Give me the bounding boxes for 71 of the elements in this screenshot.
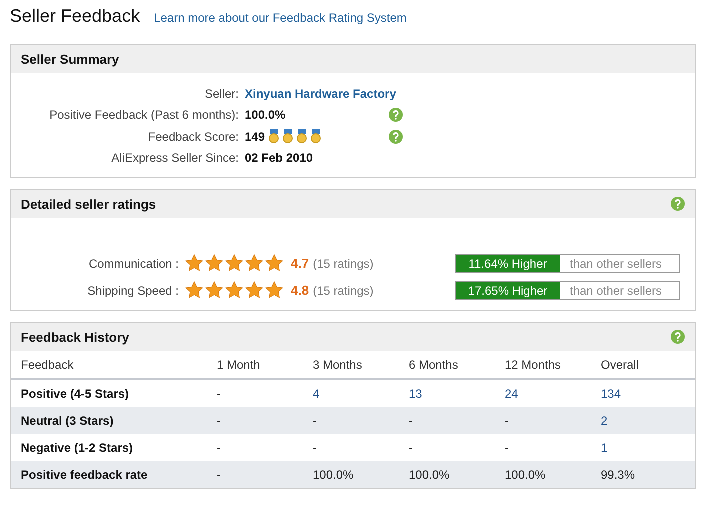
table-cell: - [217, 468, 221, 482]
rating-score: 4.8 [291, 283, 310, 298]
medal-icon [269, 129, 280, 144]
star-icon [225, 254, 244, 273]
table-cell-text: Negative (1-2 Stars) [21, 440, 134, 454]
column-header: 1 Month [217, 358, 262, 372]
table-cell: - [409, 414, 413, 428]
panel-title: Feedback History [21, 330, 130, 344]
field-label: Positive Feedback (Past 6 months): [48, 108, 239, 122]
table-cell-text: Neutral (3 Stars) [21, 414, 115, 428]
rating-label: Communication : [88, 256, 179, 270]
field-label: Feedback Score: [147, 130, 239, 144]
help-icon[interactable] [389, 108, 403, 122]
star-icon [205, 281, 224, 300]
rating-count: (15 ratings) [313, 257, 374, 271]
rating-score: 4.7 [291, 256, 310, 271]
table-cell: 100.0% [313, 468, 354, 482]
star-icon [185, 254, 204, 273]
field-value: 149 [245, 130, 266, 144]
count-link[interactable]: 13 [409, 386, 422, 400]
star-icon [225, 281, 244, 300]
page-title: Seller Feedback [10, 6, 140, 27]
star-icon [245, 254, 264, 273]
table-cell-text: Positive (4-5 Stars) [21, 386, 130, 400]
count-link[interactable]: 1 [601, 440, 608, 454]
medal-icon [311, 129, 322, 144]
star-icon [205, 254, 224, 273]
seller-link[interactable]: Xinyuan Hardware Factory [245, 87, 396, 101]
column-header: Overall [601, 358, 640, 372]
comparison-text: than other sellers [569, 282, 664, 299]
help-icon[interactable] [389, 130, 403, 144]
table-cell: - [217, 440, 221, 454]
table-cell: - [409, 440, 413, 454]
column-header: 3 Months [313, 358, 364, 372]
panel-title: Detailed seller ratings [21, 196, 156, 212]
table-cell: - [505, 440, 509, 454]
comparison-value: 17.65% Higher [456, 282, 560, 299]
table-cell: - [217, 386, 221, 400]
field-label: Seller: [204, 87, 239, 101]
table-cell: - [313, 414, 317, 428]
count-link[interactable]: 24 [505, 386, 518, 400]
help-icon[interactable] [671, 197, 685, 211]
table-cell: 100.0% [409, 468, 450, 482]
panel-title: Seller Summary [21, 52, 120, 66]
count-link[interactable]: 134 [601, 386, 622, 400]
count-link[interactable]: 4 [313, 386, 320, 400]
star-icon [265, 254, 284, 273]
table-cell: 100.0% [505, 468, 546, 482]
medal-icon [283, 129, 294, 144]
feedback-system-link[interactable]: Learn more about our Feedback Rating System [154, 11, 407, 25]
table-cell-text: Positive feedback rate [21, 468, 149, 482]
rating-label: Shipping Speed : [86, 284, 179, 298]
medal-icon [297, 129, 308, 144]
column-header: Feedback [21, 358, 75, 372]
field-value: 100.0% [245, 108, 286, 122]
rating-count: (15 ratings) [313, 284, 374, 298]
star-icon [245, 281, 264, 300]
comparison-text: than other sellers [569, 256, 664, 272]
field-label: AliExpress Seller Since: [110, 151, 239, 165]
star-icon [265, 281, 284, 300]
comparison-value: 11.64% Higher [456, 255, 560, 272]
field-value: 02 Feb 2010 [245, 151, 314, 165]
table-cell: - [313, 440, 317, 454]
table-cell: - [505, 414, 509, 428]
table-cell: 99.3% [601, 468, 636, 482]
table-cell: - [217, 414, 221, 428]
count-link[interactable]: 2 [601, 414, 608, 428]
star-icon [185, 281, 204, 300]
help-icon[interactable] [671, 330, 685, 344]
column-header: 6 Months [409, 358, 460, 372]
column-header: 12 Months [505, 358, 562, 372]
